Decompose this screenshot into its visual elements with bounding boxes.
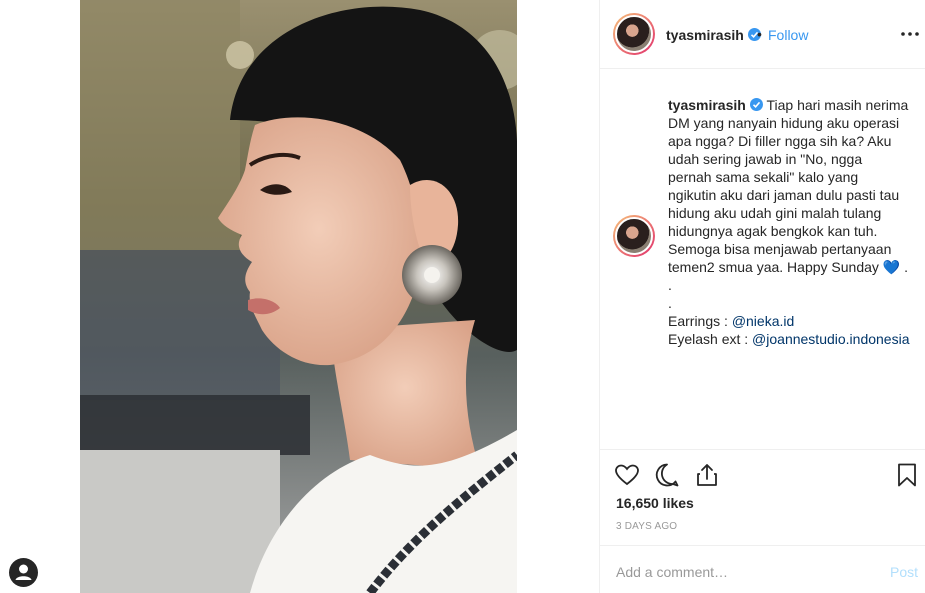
caption-line: temen2 smua yaa. Happy Sunday <box>668 259 879 275</box>
comment-bar: Post <box>600 545 925 593</box>
user-silhouette-icon <box>15 564 32 580</box>
caption-line: apa ngga? Di filler ngga sih ka? Aku <box>668 133 892 149</box>
caption-avatar[interactable] <box>613 215 655 257</box>
caption-line: udah sering jawab in "No, ngga <box>668 151 863 167</box>
separator-dot: • <box>757 26 762 42</box>
post-caption: tyasmirasih Tiap hari masih nerima DM ya… <box>668 96 910 348</box>
post-side-panel: tyasmirasih • Follow tyasmirasih Tiap ha… <box>599 0 925 593</box>
caption-trailing-dot: . <box>900 259 909 275</box>
user-profile-icon[interactable] <box>9 558 38 587</box>
blue-heart-emoji: 💙 <box>882 259 901 275</box>
ellipsis-icon[interactable] <box>900 24 920 44</box>
heart-outline-icon[interactable] <box>614 462 640 488</box>
caption-line: hidung aku udah gini malah tulang <box>668 205 882 221</box>
caption-username[interactable]: tyasmirasih <box>668 97 746 113</box>
speech-bubble-icon[interactable] <box>654 462 680 488</box>
post-actions: 16,650 likes 3 DAYS AGO <box>600 449 925 545</box>
share-upload-icon[interactable] <box>694 462 720 488</box>
likes-count[interactable]: 16,650 likes <box>616 495 694 511</box>
eyelash-label: Eyelash ext : <box>668 331 753 347</box>
header-username-text[interactable]: tyasmirasih <box>666 27 744 43</box>
post-image <box>80 0 517 593</box>
caption-line: pernah sama sekali" kalo yang <box>668 169 859 185</box>
caption-dot-line: . <box>668 295 672 311</box>
earrings-label: Earrings : <box>668 313 732 329</box>
bookmark-icon[interactable] <box>894 462 920 488</box>
caption-line: DM yang nanyain hidung aku operasi <box>668 115 900 131</box>
post-date[interactable]: 3 DAYS AGO <box>616 521 677 532</box>
caption-line: ngikutin aku dari jaman dulu pasti tau <box>668 187 900 203</box>
eyelash-mention-link[interactable]: @joannestudio.indonesia <box>752 331 909 347</box>
caption-line: Tiap hari masih nerima <box>766 97 909 113</box>
post-photo[interactable] <box>80 0 517 593</box>
verified-badge-icon <box>749 98 763 111</box>
post-header: tyasmirasih • Follow <box>600 0 925 69</box>
earrings-mention-link[interactable]: @nieka.id <box>732 313 794 329</box>
caption-line: hidungnya agak bengkok kan tuh. <box>668 223 878 239</box>
header-username[interactable]: tyasmirasih <box>666 27 761 43</box>
header-avatar[interactable] <box>613 13 655 55</box>
post-comment-button[interactable]: Post <box>890 564 918 580</box>
comment-input[interactable] <box>616 564 866 580</box>
follow-button[interactable]: Follow <box>768 27 808 43</box>
caption-dot-line: . <box>668 277 672 293</box>
caption-line: Semoga bisa menjawab pertanyaan <box>668 241 892 257</box>
